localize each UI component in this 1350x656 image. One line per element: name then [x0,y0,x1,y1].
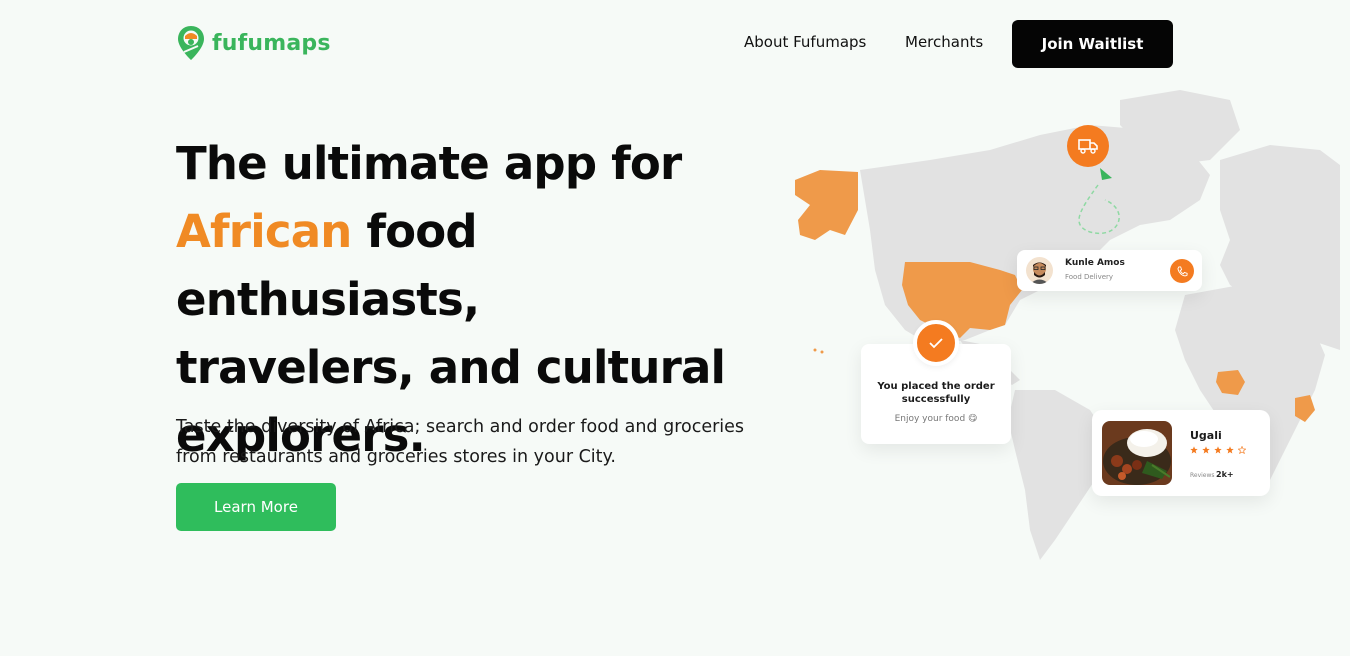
site-header: fufumaps About Fufumaps Merchants Join W… [0,0,1350,88]
hero-title-accent: African [176,205,352,258]
check-icon [913,320,959,366]
map-north-america [860,125,1210,345]
join-waitlist-button[interactable]: Join Waitlist [1012,20,1173,68]
hero-title-line3: travelers, and cultural [176,341,726,394]
rating-stars [1190,446,1246,454]
courier-avatar [1026,257,1053,284]
reviews-label: Reviews [1190,472,1215,479]
star-filled-icon [1190,446,1198,454]
star-filled-icon [1214,446,1222,454]
map-pin-chef-icon [178,26,204,60]
delivery-truck-icon [1067,125,1109,167]
map-alaska [795,170,858,240]
reviews-count: 2k+ [1216,470,1234,479]
courier-card: Kunle Amos Food Delivery [1017,250,1202,291]
phone-icon [1176,265,1188,276]
courier-role: Food Delivery [1065,273,1114,281]
logo-text: fufumaps [212,30,331,56]
courier-name: Kunle Amos [1065,258,1125,268]
call-courier-button[interactable] [1170,259,1194,283]
hero-title-line1: The ultimate app for [176,137,682,190]
order-success-title: You placed the order successfully [877,381,995,405]
food-card[interactable]: Ugali Reviews 2k+ [1092,410,1270,496]
nav-merchants-link[interactable]: Merchants [905,33,983,51]
order-success-subtitle: Enjoy your food 😋 [894,414,978,424]
world-map-illustration [795,90,1340,560]
hero-subtitle: Taste the diversity of Africa; search an… [176,417,745,467]
star-filled-icon [1226,446,1234,454]
food-name: Ugali [1190,429,1222,442]
nav-about-link[interactable]: About Fufumaps [744,33,866,51]
star-filled-icon [1202,446,1210,454]
star-empty-icon [1238,446,1246,454]
logo[interactable]: fufumaps [176,24,331,62]
food-image [1102,421,1172,485]
learn-more-button[interactable]: Learn More [176,483,336,531]
